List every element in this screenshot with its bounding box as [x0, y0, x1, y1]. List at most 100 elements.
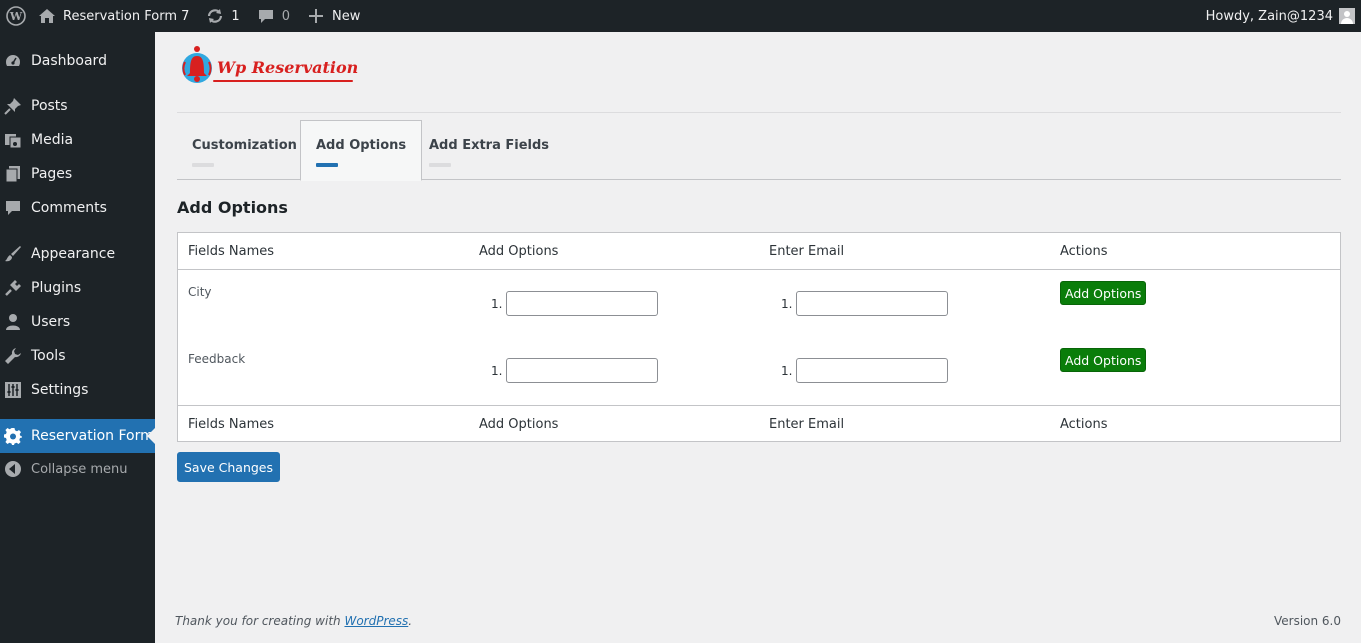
sidebar-label: Comments [31, 200, 107, 216]
sidebar-label: Tools [31, 348, 66, 364]
pages-icon [3, 164, 23, 184]
paintbrush-icon [3, 244, 23, 264]
sidebar-item-pages[interactable]: Pages [0, 157, 155, 191]
sidebar-label: Settings [31, 382, 89, 398]
updates-link[interactable]: 1 [197, 0, 247, 32]
sidebar-label: Reservation Form [31, 428, 154, 444]
sidebar-item-comments[interactable]: Comments [0, 191, 155, 225]
sidebar-item-settings[interactable]: Settings [0, 373, 155, 407]
home-icon [37, 6, 57, 26]
thanks-prefix: Thank you for creating with [175, 614, 345, 628]
divider [177, 112, 1341, 113]
pushpin-icon [3, 96, 23, 116]
wordpress-logo-icon[interactable]: W [3, 0, 29, 32]
sidebar-label: Dashboard [31, 53, 107, 69]
dashboard-icon [3, 51, 23, 71]
site-name-link[interactable]: Reservation Form 7 [29, 0, 197, 32]
new-label: New [331, 8, 361, 24]
sidebar-item-plugins[interactable]: Plugins [0, 271, 155, 305]
tab-indicator [192, 162, 214, 167]
comments-count: 0 [281, 8, 290, 24]
email-index: 1. [781, 297, 793, 311]
site-name: Reservation Form 7 [63, 8, 190, 24]
sidebar-label: Media [31, 132, 74, 148]
admin-bar: W Reservation Form 7 1 0 New Howdy, Zain… [0, 0, 1361, 32]
table-footer: Fields Names Add Options Enter Email Act… [178, 405, 1340, 442]
option-input[interactable] [506, 358, 658, 383]
footer-thanks: Thank you for creating with WordPress. [175, 614, 412, 628]
sidebar-item-dashboard[interactable]: Dashboard [0, 44, 155, 78]
admin-footer: Thank you for creating with WordPress. V… [175, 614, 1341, 628]
column-header: Fields Names [188, 244, 275, 259]
sidebar-item-tools[interactable]: Tools [0, 339, 155, 373]
section-title: Add Options [177, 198, 288, 217]
column-footer: Fields Names [188, 417, 275, 432]
field-name: City [188, 285, 212, 299]
new-content-link[interactable]: New [298, 0, 368, 32]
option-index: 1. [491, 364, 503, 378]
collapse-label: Collapse menu [31, 461, 128, 477]
table-row: Feedback 1. 1. Add Options [178, 342, 1340, 408]
bell-icon [182, 46, 212, 83]
logo-underline [213, 80, 353, 82]
table-header: Fields Names Add Options Enter Email Act… [178, 233, 1340, 270]
gear-icon [3, 426, 23, 446]
collapse-menu-button[interactable]: Collapse menu [0, 452, 155, 486]
sidebar-item-reservation-form[interactable]: Reservation Form [0, 419, 155, 453]
column-footer: Add Options [479, 417, 559, 432]
sliders-icon [3, 380, 23, 400]
tab-add-extra-fields[interactable]: Add Extra Fields [414, 120, 564, 180]
column-header: Add Options [479, 244, 559, 259]
my-account[interactable]: Howdy, Zain@1234 [1206, 8, 1361, 24]
email-input[interactable] [796, 291, 948, 316]
add-options-button[interactable]: Add Options [1060, 348, 1147, 372]
main-content: Wp Reservation Customization Add Options… [155, 32, 1361, 643]
media-icon [3, 130, 23, 150]
updates-icon [205, 6, 225, 26]
howdy-text: Howdy, Zain@1234 [1205, 8, 1333, 24]
nav-tabs: Customization Add Options Add Extra Fiel… [177, 120, 1341, 181]
option-input[interactable] [506, 291, 658, 316]
sidebar-label: Users [31, 314, 71, 330]
comment-bubble-icon [256, 6, 276, 26]
column-footer: Enter Email [769, 417, 845, 432]
table-row: City 1. 1. Add Options [178, 275, 1340, 341]
admin-sidebar: Dashboard Posts Media Pages Comments App… [0, 32, 155, 643]
sidebar-item-media[interactable]: Media [0, 123, 155, 157]
version-text: Version 6.0 [1273, 614, 1341, 628]
options-table: Fields Names Add Options Enter Email Act… [177, 232, 1341, 442]
logo-text: Wp Reservation [217, 58, 359, 77]
tab-label: Customization [192, 137, 297, 153]
sidebar-label: Plugins [31, 280, 82, 296]
updates-count: 1 [231, 8, 240, 24]
tab-indicator [316, 163, 338, 167]
plug-icon [3, 278, 23, 298]
add-options-button[interactable]: Add Options [1060, 281, 1147, 305]
tab-label: Add Extra Fields [429, 137, 550, 153]
tab-customization[interactable]: Customization [177, 120, 312, 180]
sidebar-item-users[interactable]: Users [0, 305, 155, 339]
collapse-arrow-icon [3, 459, 23, 479]
plus-icon [306, 6, 326, 26]
tab-add-options[interactable]: Add Options [300, 120, 423, 181]
sidebar-item-posts[interactable]: Posts [0, 89, 155, 123]
save-changes-button[interactable]: Save Changes [177, 452, 280, 482]
sidebar-label: Pages [31, 166, 73, 182]
option-index: 1. [491, 297, 503, 311]
comments-link[interactable]: 0 [248, 0, 298, 32]
tab-label: Add Options [316, 138, 407, 153]
wrench-icon [3, 346, 23, 366]
sidebar-item-appearance[interactable]: Appearance [0, 237, 155, 271]
column-footer: Actions [1060, 417, 1108, 432]
column-header: Actions [1060, 244, 1108, 259]
comment-icon [3, 198, 23, 218]
svg-text:W: W [9, 10, 23, 23]
field-name: Feedback [188, 352, 246, 366]
email-input[interactable] [796, 358, 948, 383]
sidebar-label: Appearance [31, 246, 116, 262]
sidebar-label: Posts [31, 98, 68, 114]
avatar [1339, 8, 1355, 24]
thanks-suffix: . [408, 614, 413, 628]
tab-indicator [429, 162, 451, 167]
wordpress-link[interactable]: WordPress [344, 614, 408, 628]
